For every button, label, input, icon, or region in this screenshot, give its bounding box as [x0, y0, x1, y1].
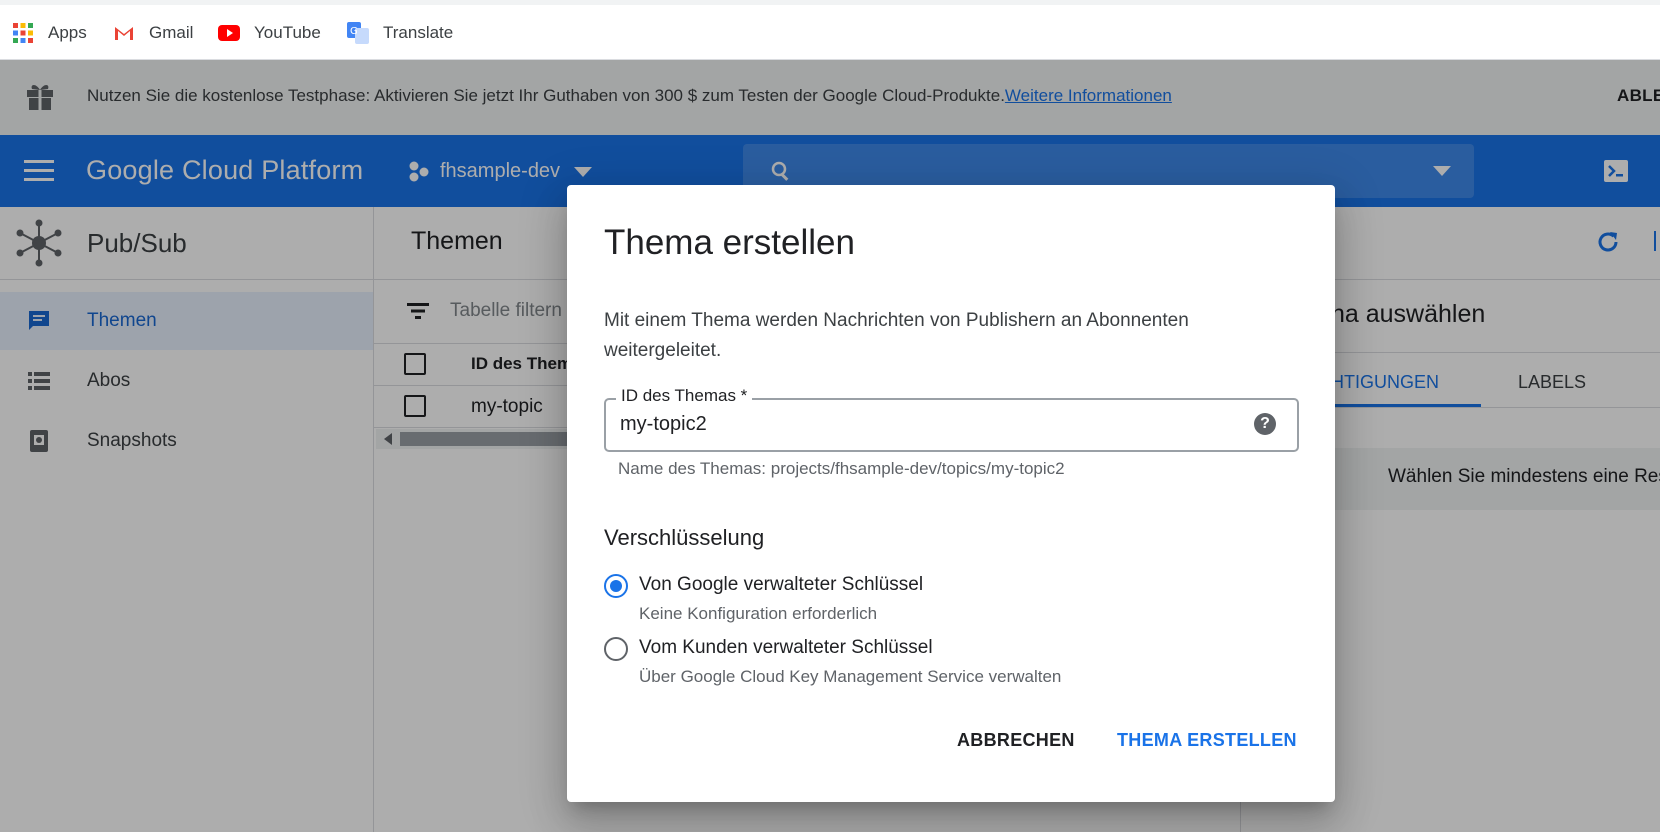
customer-managed-key-radio[interactable]	[604, 637, 628, 661]
bookmark-gmail[interactable]: Gmail	[113, 19, 193, 47]
topic-id-input[interactable]: my-topic2	[620, 413, 707, 436]
google-managed-key-description: Keine Konfiguration erforderlich	[639, 604, 878, 623]
topic-id-label: ID des Themas *	[616, 386, 753, 406]
create-topic-dialog: Thema erstellen Mit einem Thema werden N…	[567, 185, 1335, 802]
bookmarks-bar: Apps Gmail YouTube G Translate	[0, 5, 1660, 60]
youtube-icon	[218, 25, 240, 41]
google-managed-key-radio[interactable]	[604, 574, 628, 598]
topic-name-hint: Name des Themas: projects/fhsample-dev/t…	[618, 459, 1065, 478]
create-topic-button[interactable]: THEMA ERSTELLEN	[1117, 730, 1297, 751]
encryption-heading: Verschlüsselung	[604, 525, 765, 550]
gmail-icon	[115, 27, 133, 40]
translate-icon: G	[347, 22, 369, 44]
bookmark-youtube[interactable]: YouTube	[218, 19, 321, 47]
bookmark-label: Gmail	[149, 23, 194, 42]
svg-text:G: G	[350, 26, 358, 37]
bookmark-label: Apps	[48, 23, 87, 42]
help-icon[interactable]: ?	[1254, 413, 1276, 435]
bookmark-translate[interactable]: G Translate	[347, 19, 453, 47]
bookmark-label: YouTube	[254, 23, 321, 42]
google-managed-key-label[interactable]: Von Google verwalteter Schlüssel	[639, 574, 923, 596]
bookmark-apps[interactable]: Apps	[12, 19, 87, 47]
customer-managed-key-description: Über Google Cloud Key Management Service…	[639, 667, 1062, 686]
apps-grid-icon	[13, 23, 33, 43]
bookmark-label: Translate	[383, 23, 454, 42]
topic-id-field[interactable]: ID des Themas * my-topic2 ?	[604, 386, 1299, 452]
dialog-title: Thema erstellen	[604, 223, 855, 262]
dialog-description: Mit einem Thema werden Nachrichten von P…	[604, 310, 1189, 361]
cancel-button[interactable]: ABBRECHEN	[957, 730, 1075, 751]
customer-managed-key-label[interactable]: Vom Kunden verwalteter Schlüssel	[639, 637, 933, 659]
